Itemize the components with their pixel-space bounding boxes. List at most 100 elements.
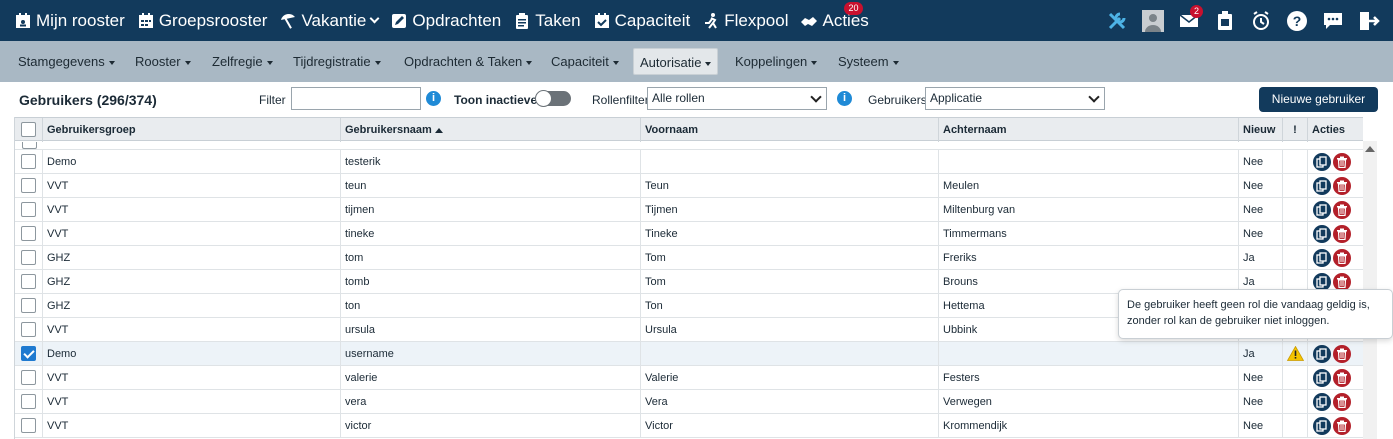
copy-user-button[interactable] [1313,417,1331,435]
page-title: Gebruikers (296/374) [19,92,157,108]
rollenfilter-select[interactable]: Alle rollen [647,87,827,110]
row-checkbox[interactable] [21,346,36,361]
filter-input[interactable] [291,87,421,110]
row-checkbox[interactable] [22,142,37,149]
topnav-item-label: Taken [535,10,581,30]
menu-item-capaciteit[interactable]: Capaciteit [545,48,625,75]
table-row[interactable]: VVT victor Victor Krommendijk Nee [15,414,1363,438]
tools-icon[interactable] [1105,9,1129,33]
help-icon[interactable]: ? [1285,9,1309,33]
table-row[interactable]: VVT tijmen Tijmen Miltenburg van Nee [15,198,1363,222]
toon-inactieve-toggle[interactable] [535,90,571,107]
row-checkbox[interactable] [21,322,36,337]
row-checkbox[interactable] [21,178,36,193]
topnav-item-label: Vakantie [301,10,367,30]
topnav-item-taken[interactable]: Taken [513,10,581,31]
topnav-item-flexpool[interactable]: Flexpool [702,11,788,31]
cell-username: valerie [341,366,641,390]
cell-group: VVT [43,390,341,414]
topnav-item-groepsrooster[interactable]: Groepsrooster [137,11,267,31]
alarm-icon[interactable] [1249,9,1273,33]
delete-user-button[interactable] [1333,225,1351,243]
copy-user-button[interactable] [1313,177,1331,195]
menu-item-label: Autorisatie [640,55,702,70]
delete-user-button[interactable] [1333,393,1351,411]
delete-user-button[interactable] [1333,177,1351,195]
cell-group: VVT [43,414,341,438]
table-row[interactable]: Demo username Ja [15,342,1363,366]
mail-icon[interactable]: 2 [1177,4,1204,33]
table-row[interactable]: GHZ tom Tom Freriks Ja [15,246,1363,270]
new-user-button[interactable]: Nieuwe gebruiker [1259,87,1378,112]
cell-lastname [939,342,1239,366]
header-gebruikersgroep[interactable]: Gebruikersgroep [43,118,341,142]
topnav-item-vakantie[interactable]: Vakantie [279,10,380,31]
menu-item-zelfregie[interactable]: Zelfregie [206,48,279,75]
row-checkbox[interactable] [21,274,36,289]
caret-down-icon [705,61,712,66]
gebruikers-select[interactable]: Applicatie [925,87,1105,110]
delete-user-button[interactable] [1333,417,1351,435]
cell-warning [1283,390,1308,414]
logout-icon[interactable] [1357,9,1381,33]
filter-info-icon[interactable]: i [426,91,441,106]
topnav-item-label: Capaciteit [614,10,691,30]
copy-user-button[interactable] [1313,345,1331,363]
header-acties: Acties [1308,118,1363,142]
delete-user-button[interactable] [1333,249,1351,267]
cell-firstname: Valerie [641,366,939,390]
table-row[interactable]: VVT valerie Valerie Festers Nee [15,366,1363,390]
clipboard-icon[interactable] [1213,9,1237,33]
topnav-item-mijn-rooster[interactable]: Mijn rooster [14,11,125,31]
cell-firstname: Tom [641,270,939,294]
topnav-item-capaciteit[interactable]: Capaciteit [593,10,691,31]
row-select-cell [15,246,43,270]
header-voornaam[interactable]: Voornaam [641,118,939,142]
menu-item-systeem[interactable]: Systeem [832,48,905,75]
copy-user-button[interactable] [1313,201,1331,219]
topnav-item-label: Mijn rooster [36,10,125,30]
delete-user-button[interactable] [1333,153,1351,171]
menu-item-tijdregistratie[interactable]: Tijdregistratie [287,48,387,75]
delete-user-button[interactable] [1333,201,1351,219]
delete-user-button[interactable] [1333,369,1351,387]
row-checkbox[interactable] [21,418,36,433]
table-row[interactable]: VVT vera Vera Verwegen Nee [15,390,1363,414]
menu-item-rooster[interactable]: Rooster [129,48,197,75]
menu-item-stamgegevens[interactable]: Stamgegevens [12,48,121,75]
copy-user-button[interactable] [1313,153,1331,171]
row-checkbox[interactable] [21,154,36,169]
table-row[interactable]: Demo testerik Nee [15,150,1363,174]
header-achternaam[interactable]: Achternaam [939,118,1239,142]
menu-item-autorisatie[interactable]: Autorisatie [633,48,719,75]
chat-icon[interactable] [1321,9,1345,33]
header-gebruikersnaam[interactable]: Gebruikersnaam [341,118,641,142]
row-select-cell [15,270,43,294]
copy-user-button[interactable] [1313,249,1331,267]
copy-user-button[interactable] [1313,393,1331,411]
table-row[interactable]: VVT teun Teun Meulen Nee [15,174,1363,198]
cell-group: GHZ [43,294,341,318]
copy-user-button[interactable] [1313,225,1331,243]
select-all-checkbox[interactable] [21,122,36,137]
topnav-item-acties[interactable]: Acties 20 [800,1,869,31]
copy-user-button[interactable] [1313,369,1331,387]
header-nieuw[interactable]: Nieuw [1239,118,1283,142]
header-warning[interactable]: ! [1283,118,1308,142]
delete-user-button[interactable] [1333,345,1351,363]
row-checkbox[interactable] [21,370,36,385]
warning-icon[interactable] [1286,345,1305,366]
row-checkbox[interactable] [21,250,36,265]
row-checkbox[interactable] [21,298,36,313]
table-row[interactable]: VVT tineke Tineke Timmermans Nee [15,222,1363,246]
topnav-item-opdrachten[interactable]: Opdrachten [390,11,501,31]
row-checkbox[interactable] [21,202,36,217]
row-checkbox[interactable] [21,394,36,409]
user-avatar-icon[interactable] [1141,9,1165,33]
menu-item-koppelingen[interactable]: Koppelingen [729,48,823,75]
menu-item-opdrachten-taken[interactable]: Opdrachten & Taken [398,48,538,75]
cell-group: GHZ [43,270,341,294]
row-checkbox[interactable] [21,226,36,241]
rollenfilter-info-icon[interactable]: i [837,91,852,106]
scroll-up-icon[interactable] [1365,146,1375,152]
